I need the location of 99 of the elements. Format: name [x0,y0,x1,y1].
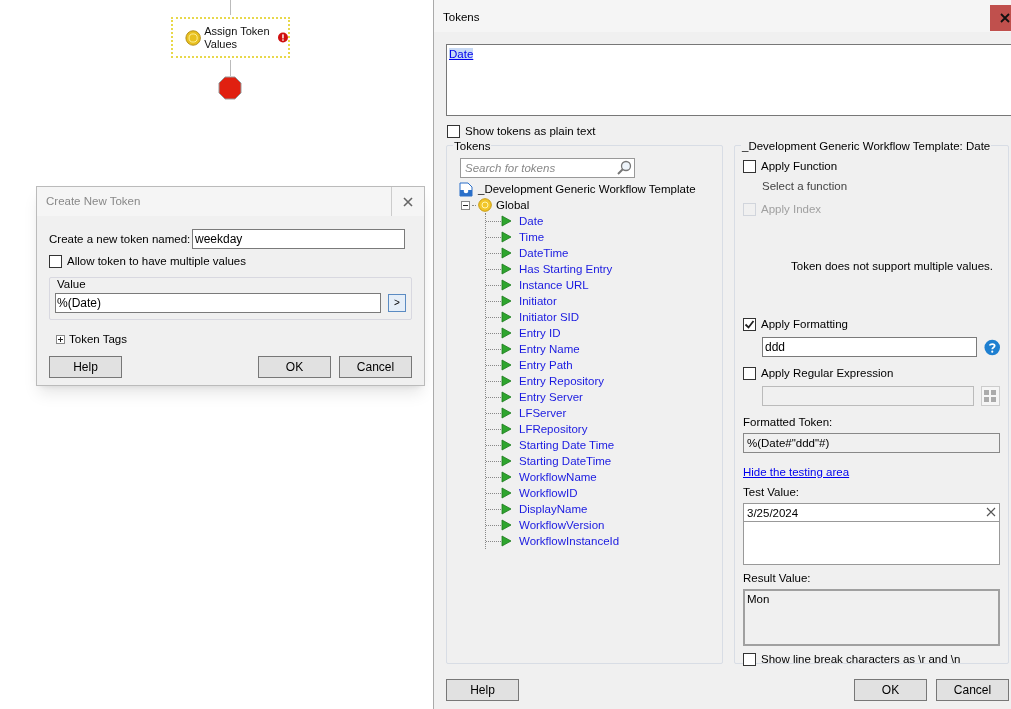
insert-token-button[interactable]: > [388,294,406,312]
tree-item[interactable]: Initiator SID [519,309,580,325]
result-value-field: Mon [743,589,1000,646]
clear-icon [986,507,996,517]
play-icon [501,455,512,467]
play-icon [501,327,512,339]
field-label: Create a new token named: [49,231,192,247]
hide-testing-link[interactable]: Hide the testing area [743,465,850,480]
tree-item[interactable]: Entry ID [519,325,561,341]
play-icon [501,535,512,547]
tree-item[interactable]: Starting DateTime [519,453,612,469]
info-text: Token does not support multiple values. [791,259,994,274]
play-icon [501,391,512,403]
activity-node[interactable]: Assign Token Values [171,17,290,58]
checkbox[interactable] [743,653,756,666]
tree-item[interactable]: Entry Repository [519,373,604,389]
coin-icon [185,28,202,47]
play-icon [501,343,512,355]
tree-item[interactable]: Entry Name [519,341,580,357]
tree-item[interactable]: Starting Date Time [519,437,615,453]
document-icon [459,181,473,197]
play-icon [501,247,512,259]
play-icon [501,471,512,483]
help-icon [983,338,1000,356]
tree-item[interactable]: Global [496,197,530,213]
tree-item[interactable]: Time [519,229,545,245]
dialog-title: Tokens [442,10,481,25]
tree-item[interactable]: WorkflowVersion [519,517,605,533]
tree-item[interactable]: Entry Server [519,389,583,405]
tree-item[interactable]: _Development Generic Workflow Template [478,181,696,197]
search-icon [616,160,632,176]
formatted-token-field: %(Date#"ddd"#) [743,433,1000,453]
tree-item[interactable]: LFRepository [519,421,588,437]
tree-item[interactable]: Entry Path [519,357,573,373]
play-icon [501,375,512,387]
close-icon [1000,13,1010,23]
test-value-field[interactable]: 3/25/2024 [743,503,1000,522]
play-icon [501,423,512,435]
play-icon [501,231,512,243]
dialog-title: Create New Token [45,194,142,209]
play-icon [501,279,512,291]
section-label[interactable]: Token Tags [69,332,127,347]
checkbox-label: Show line break characters as \r and \n [761,652,961,667]
checkbox[interactable] [743,160,756,173]
play-icon [501,407,512,419]
dialog-button[interactable]: Cancel [936,679,1009,701]
name-field[interactable]: weekday [192,229,405,249]
play-icon [501,359,512,371]
checkbox-label: Apply Regular Expression [761,366,894,381]
format-field[interactable]: ddd [762,337,977,357]
play-icon [501,487,512,499]
tree-item[interactable]: LFServer [519,405,567,421]
search-field[interactable]: Search for tokens [460,158,635,178]
play-icon [501,295,512,307]
field-label: Test Value: [743,485,801,500]
dialog-button[interactable]: OK [258,356,331,378]
expander-icon[interactable] [56,335,65,344]
coin-icon [478,198,492,212]
dialog-button[interactable]: Cancel [339,356,412,378]
field-label: Formatted Token: [743,415,834,430]
token-link[interactable]: Date [449,48,474,60]
tree-item[interactable]: Instance URL [519,277,589,293]
dialog-button[interactable]: Help [446,679,519,701]
checkbox-label: Apply Index [761,202,822,217]
token-editor[interactable]: Date [446,44,1011,116]
dialog-button[interactable]: Help [49,356,122,378]
dialog-button[interactable]: OK [854,679,927,701]
play-icon [501,439,512,451]
tree-item[interactable]: Has Starting Entry [519,261,613,277]
tree-item[interactable]: Initiator [519,293,557,309]
tree-item[interactable]: WorkflowInstanceId [519,533,620,549]
checkbox[interactable] [743,367,756,380]
checkbox-label: Apply Function [761,159,838,174]
play-icon [501,215,512,227]
checkbox[interactable] [743,318,756,331]
grid-icon [984,390,997,402]
group-label: _Development Generic Workflow Template: Date [741,139,992,154]
field-label: Result Value: [743,571,812,586]
play-icon [501,503,512,515]
tree-item[interactable]: DisplayName [519,501,588,517]
tree-item[interactable]: WorkflowName [519,469,597,485]
tree-item[interactable]: WorkflowID [519,485,578,501]
expander-icon[interactable] [461,200,470,210]
group-label: Value [56,277,87,292]
hint-text: Select a function [762,179,849,194]
checkbox-label: Allow token to have multiple values [67,254,246,269]
activity-label: Assign Token Values [204,24,271,51]
checkbox-label: Apply Formatting [761,317,848,332]
tree-item[interactable]: Date [519,213,544,229]
stop-sign-icon [218,76,242,100]
play-icon [501,263,512,275]
tree-item[interactable]: DateTime [519,245,569,261]
value-field[interactable]: %(Date) [55,293,381,313]
checkbox[interactable] [447,125,460,138]
checkbox-label: Show tokens as plain text [465,124,596,139]
close-icon [403,196,413,207]
play-icon [501,519,512,531]
checkbox[interactable] [49,255,62,268]
play-icon [501,311,512,323]
